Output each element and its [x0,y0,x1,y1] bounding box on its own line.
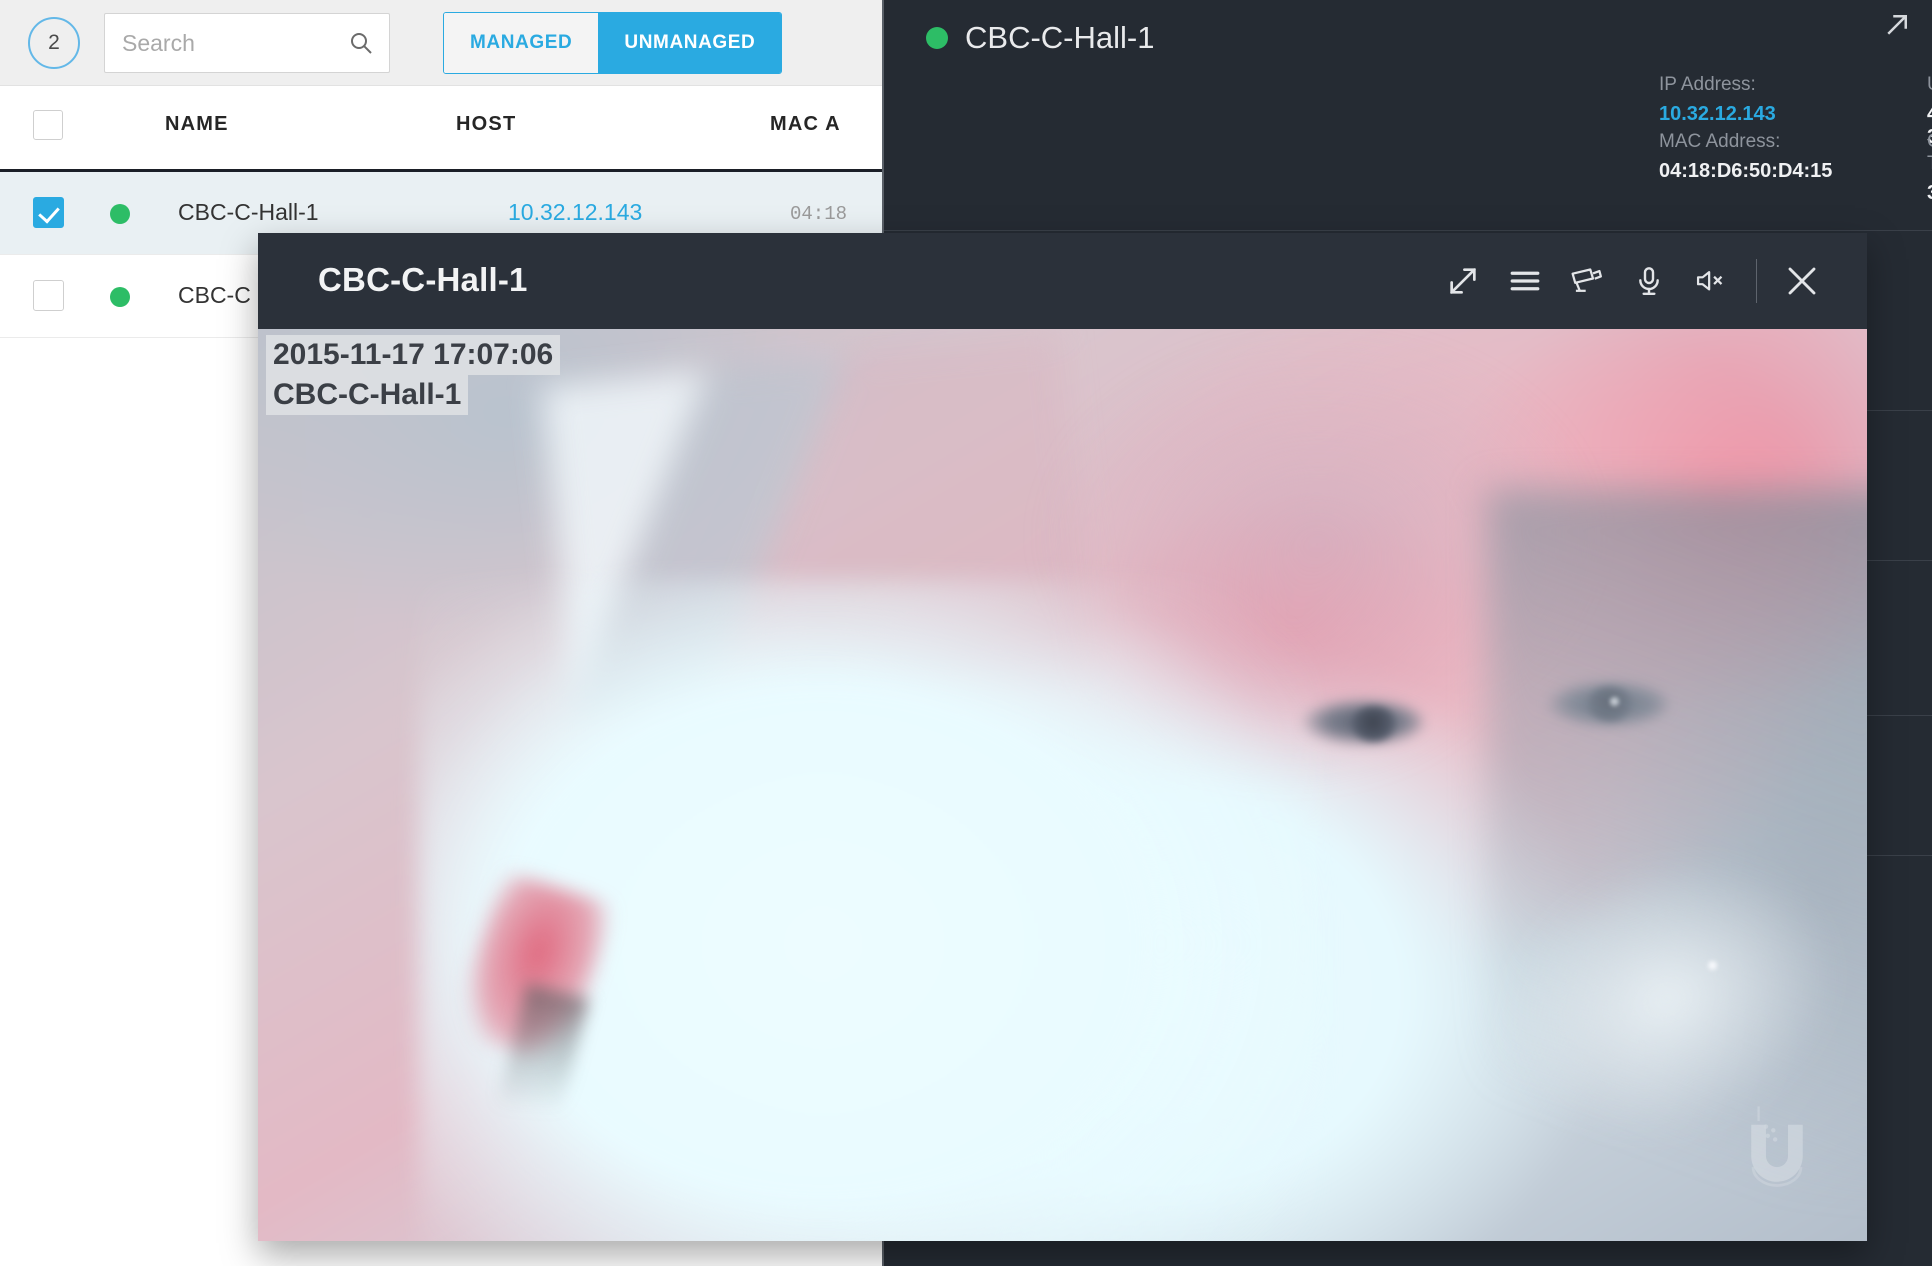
field-value: 04:18:D6:50:D4:15 [1659,160,1833,182]
video-modal: CBC-C-Hall-1 2015-11-17 17:07:06 CBC-C-H… [258,233,1867,1241]
app-root: 2 MANAGED UNMANAGED NAME HOST MAC A [0,0,1932,1266]
field-value[interactable]: 10.32.12.143 [1659,103,1776,126]
video-osd-overlay: 2015-11-17 17:07:06 CBC-C-Hall-1 [266,335,561,415]
filter-managed-button[interactable]: MANAGED [444,13,599,73]
select-all-checkbox[interactable] [33,110,63,140]
status-dot [926,27,948,49]
row-name: CBC-C-Hall-1 [178,199,319,225]
field-label: IP Address: [1659,74,1756,95]
toolbar-divider [1756,259,1757,303]
row-host-link[interactable]: 10.32.12.143 [508,199,642,226]
row-name: CBC-C [178,282,251,308]
video-modal-header: CBC-C-Hall-1 [258,233,1867,329]
close-icon[interactable] [1771,258,1833,304]
status-dot [110,204,130,224]
ubiquiti-logo-icon [1731,1099,1823,1195]
expand-icon[interactable] [1432,258,1494,304]
video-osd-camera-name: CBC-C-Hall-1 [266,375,469,415]
field-ip-address: IP Address: 10.32.12.143 [1659,74,1776,126]
detail-title-row: CBC-C-Hall-1 [926,20,1154,56]
video-player[interactable]: 2015-11-17 17:07:06 CBC-C-Hall-1 [258,329,1867,1241]
external-link-icon[interactable] [1882,10,1912,40]
menu-icon[interactable] [1494,258,1556,304]
video-modal-title: CBC-C-Hall-1 [318,261,528,298]
video-osd-timestamp: 2015-11-17 17:07:06 [266,335,561,375]
video-detail [1352,707,1396,741]
speaker-mute-icon[interactable] [1680,258,1742,304]
detail-device-title: CBC-C-Hall-1 [965,20,1155,55]
column-header-name[interactable]: NAME [165,113,229,136]
field-value: 3m 36s [1927,182,1932,205]
field-mac-address: MAC Address: 04:18:D6:50:D4:15 [1659,131,1832,183]
camera-icon[interactable] [1556,258,1618,304]
device-list-toolbar: 2 MANAGED UNMANAGED [0,0,882,86]
managed-filter-group: MANAGED UNMANAGED [443,12,783,74]
search-input[interactable] [122,14,352,72]
field-label: Uptime: [1927,74,1932,96]
field-label: Connected Time: [1927,131,1932,175]
field-connected-time: Connected Time: 3m 36s [1927,131,1932,205]
row-checkbox[interactable] [33,280,64,311]
search-box[interactable] [104,13,390,73]
filter-unmanaged-button[interactable]: UNMANAGED [598,13,782,73]
field-label: MAC Address: [1659,131,1781,152]
status-dot [110,287,130,307]
panel-divider [884,230,1932,231]
video-detail [1708,961,1717,970]
video-modal-toolbar [1432,258,1833,304]
microphone-icon[interactable] [1618,258,1680,304]
device-table-header: NAME HOST MAC A [0,86,882,172]
row-mac: 04:18 [790,203,848,225]
search-icon [349,31,373,55]
column-header-host[interactable]: HOST [456,113,516,136]
device-count-badge: 2 [28,17,80,69]
row-checkbox[interactable] [33,197,64,228]
column-header-mac[interactable]: MAC A [770,113,841,136]
